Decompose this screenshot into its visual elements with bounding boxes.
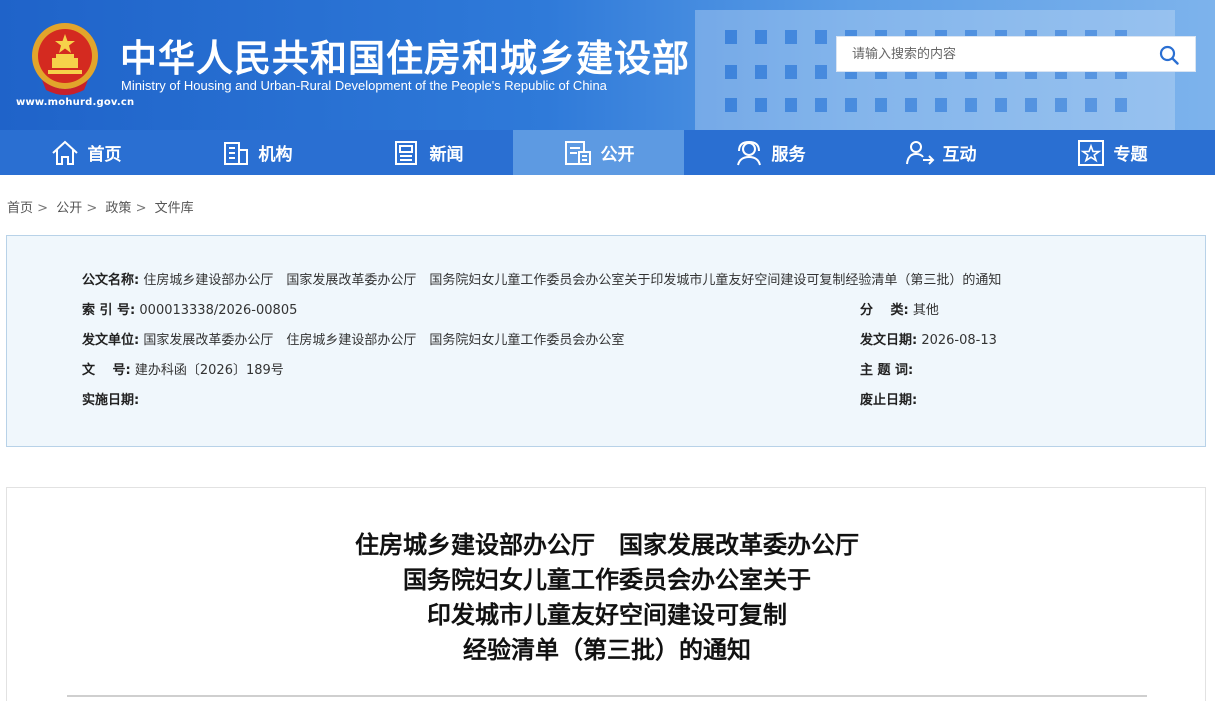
meta-keywords-label: 主 题 词: xyxy=(860,363,914,378)
nav-item-interaction[interactable]: 互动 xyxy=(855,130,1026,175)
site-header: www.mohurd.gov.cn 中华人民共和国住房和城乡建设部 Minist… xyxy=(0,0,1215,130)
meta-category-row: 分 类: 其他 xyxy=(860,299,939,318)
site-url: www.mohurd.gov.cn xyxy=(16,97,135,108)
meta-index-label: 索 引 号: xyxy=(82,303,136,318)
service-icon xyxy=(736,140,761,165)
nav-item-topic[interactable]: 专题 xyxy=(1026,130,1197,175)
meta-category-value: 其他 xyxy=(912,303,939,318)
document-title-line: 印发城市儿童友好空间建设可复制 xyxy=(427,601,787,629)
document-title-line: 经验清单（第三批）的通知 xyxy=(463,636,751,664)
site-title[interactable]: 中华人民共和国住房和城乡建设部 xyxy=(120,28,690,82)
breadcrumb: 首页 > 公开 > 政策 > 文件库 xyxy=(7,197,194,216)
topic-star-icon xyxy=(1077,139,1104,166)
meta-effective-row: 实施日期: xyxy=(82,389,139,408)
breadcrumb-public[interactable]: 公开 xyxy=(56,201,82,216)
breadcrumb-policy[interactable]: 政策 xyxy=(105,201,131,216)
search-box xyxy=(836,36,1196,72)
meta-index-value: 000013338/2026-00805 xyxy=(139,303,298,318)
nav-item-news[interactable]: 新闻 xyxy=(342,130,513,175)
document-title-line: 国务院妇女儿童工作委员会办公室关于 xyxy=(403,566,811,594)
meta-title-row: 公文名称: 住房城乡建设部办公厅 国家发展改革委办公厅 国务院妇女儿童工作委员会… xyxy=(82,269,1001,288)
building-icon xyxy=(223,141,248,165)
main-nav: 首页 机构 新闻 公开 服务 互动 专题 xyxy=(0,130,1215,175)
breadcrumb-home[interactable]: 首页 xyxy=(7,201,33,216)
meta-category-label: 分 类: xyxy=(860,303,909,318)
document-title: 住房城乡建设部办公厅 国家发展改革委办公厅 国务院妇女儿童工作委员会办公室关于 … xyxy=(7,528,1207,668)
site-subtitle: Ministry of Housing and Urban-Rural Deve… xyxy=(121,78,607,93)
meta-date-label: 发文日期: xyxy=(860,333,918,348)
meta-date-value: 2026-08-13 xyxy=(921,333,997,348)
interaction-icon xyxy=(905,140,934,165)
meta-title-value: 住房城乡建设部办公厅 国家发展改革委办公厅 国务院妇女儿童工作委员会办公室关于印… xyxy=(143,273,1002,288)
search-icon[interactable] xyxy=(1159,45,1179,65)
nav-item-public[interactable]: 公开 xyxy=(513,130,684,175)
document-title-line: 住房城乡建设部办公厅 国家发展改革委办公厅 xyxy=(355,531,859,559)
breadcrumb-separator: > xyxy=(135,201,147,216)
nav-label: 公开 xyxy=(600,145,635,165)
meta-docno-row: 文 号: 建办科函〔2026〕189号 xyxy=(82,359,284,378)
meta-index-row: 索 引 号: 000013338/2026-00805 xyxy=(82,299,297,318)
nav-label: 新闻 xyxy=(429,145,464,165)
nav-item-service[interactable]: 服务 xyxy=(684,130,855,175)
breadcrumb-separator: > xyxy=(86,201,98,216)
breadcrumb-separator: > xyxy=(37,201,49,216)
meta-title-label: 公文名称: xyxy=(82,273,140,288)
nav-label: 服务 xyxy=(771,145,806,165)
search-input[interactable] xyxy=(837,37,1147,71)
document-meta-box: 公文名称: 住房城乡建设部办公厅 国家发展改革委办公厅 国务院妇女儿童工作委员会… xyxy=(6,235,1206,447)
home-icon xyxy=(51,140,78,165)
nav-item-home[interactable]: 首页 xyxy=(0,130,171,175)
meta-issuer-row: 发文单位: 国家发展改革委办公厅 住房城乡建设部办公厅 国务院妇女儿童工作委员会… xyxy=(82,329,624,348)
title-divider xyxy=(67,695,1147,697)
meta-date-row: 发文日期: 2026-08-13 xyxy=(860,329,997,348)
meta-docno-value: 建办科函〔2026〕189号 xyxy=(134,363,284,378)
meta-expiry-label: 废止日期: xyxy=(860,393,918,408)
meta-effective-label: 实施日期: xyxy=(82,393,140,408)
breadcrumb-file-library[interactable]: 文件库 xyxy=(155,201,194,216)
document-content: 住房城乡建设部办公厅 国家发展改革委办公厅 国务院妇女儿童工作委员会办公室关于 … xyxy=(6,487,1206,701)
meta-issuer-label: 发文单位: xyxy=(82,333,140,348)
national-emblem-icon[interactable] xyxy=(30,20,100,98)
meta-docno-label: 文 号: xyxy=(82,363,131,378)
nav-label: 专题 xyxy=(1113,145,1148,165)
meta-expiry-row: 废止日期: xyxy=(860,389,917,408)
public-docs-icon xyxy=(564,140,591,165)
meta-keywords-row: 主 题 词: xyxy=(860,359,913,378)
nav-label: 互动 xyxy=(942,145,977,165)
meta-issuer-value: 国家发展改革委办公厅 住房城乡建设部办公厅 国务院妇女儿童工作委员会办公室 xyxy=(143,333,625,348)
nav-label: 首页 xyxy=(87,145,122,165)
news-icon xyxy=(394,140,417,165)
nav-item-organization[interactable]: 机构 xyxy=(171,130,342,175)
nav-label: 机构 xyxy=(258,145,293,165)
